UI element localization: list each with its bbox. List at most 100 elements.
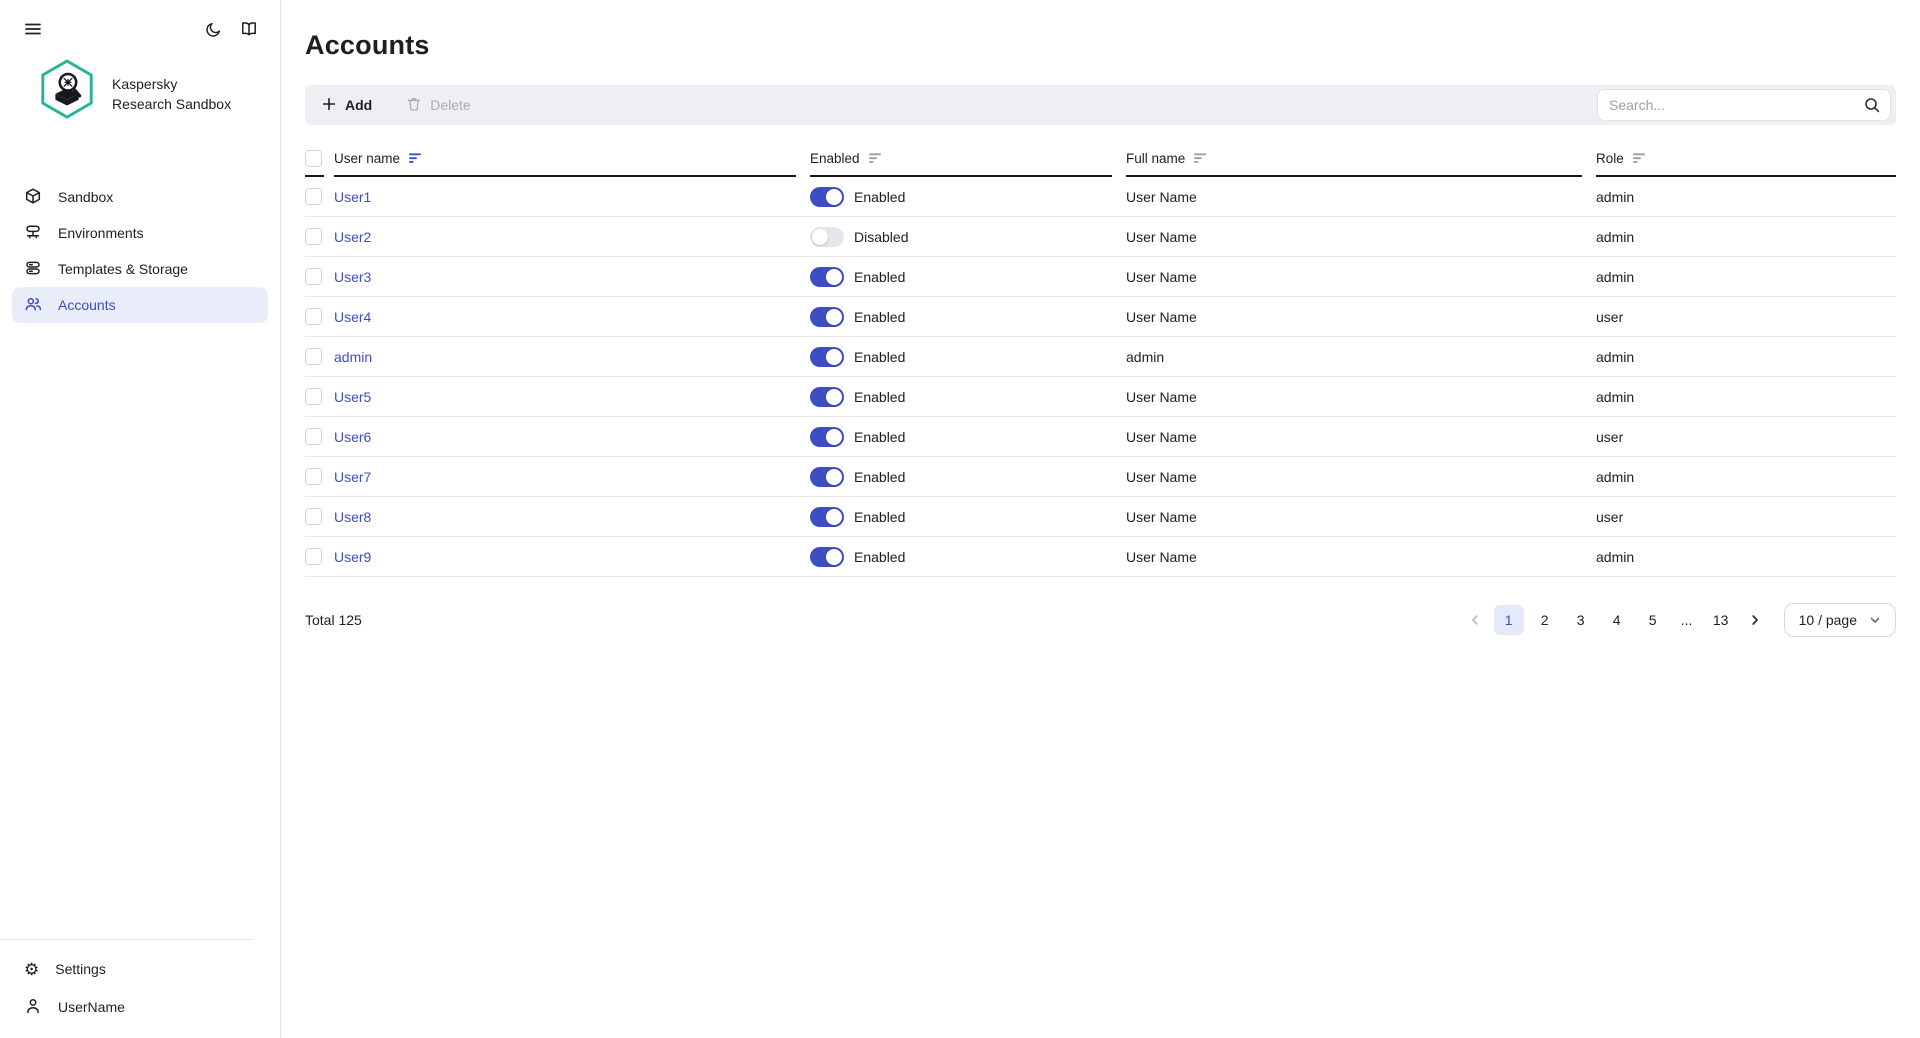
- enabled-toggle[interactable]: [810, 347, 844, 367]
- sort-icon[interactable]: [1193, 151, 1207, 165]
- user-name-link[interactable]: User1: [334, 189, 371, 205]
- row-checkbox[interactable]: [305, 308, 322, 325]
- row-checkbox[interactable]: [305, 348, 322, 365]
- sidebar-item-label: Accounts: [58, 297, 116, 313]
- page-size-select[interactable]: 10 / page: [1784, 603, 1896, 637]
- documentation-book-icon[interactable]: [240, 20, 258, 38]
- enabled-toggle[interactable]: [810, 307, 844, 327]
- pager: 1 2 3 4 5 ... 13 10 / page: [1462, 603, 1896, 637]
- search-input[interactable]: [1597, 89, 1891, 121]
- row-checkbox[interactable]: [305, 508, 322, 525]
- row-checkbox-cell: [305, 428, 334, 445]
- enabled-status-label: Enabled: [854, 509, 905, 525]
- full-name-cell: User Name: [1126, 389, 1596, 405]
- user-name-link[interactable]: User7: [334, 469, 371, 485]
- select-all-checkbox[interactable]: [305, 150, 322, 167]
- row-checkbox[interactable]: [305, 388, 322, 405]
- brand-line2: Research Sandbox: [112, 94, 231, 114]
- sidebar-top-bar: [0, 0, 280, 38]
- sidebar-item-templates-storage[interactable]: Templates & Storage: [12, 251, 268, 287]
- toggle-knob: [826, 189, 842, 205]
- sort-icon[interactable]: [868, 151, 882, 165]
- user-name-link[interactable]: admin: [334, 349, 372, 365]
- enabled-status-label: Enabled: [854, 549, 905, 565]
- person-icon: [24, 997, 42, 1018]
- user-name-link[interactable]: User2: [334, 229, 371, 245]
- user-name-link[interactable]: User8: [334, 509, 371, 525]
- page-button-2[interactable]: 2: [1530, 605, 1560, 635]
- table-row: User5 Enabled User Name admin: [305, 377, 1896, 417]
- enabled-toggle[interactable]: [810, 187, 844, 207]
- toggle-knob: [812, 229, 828, 245]
- row-checkbox-cell: [305, 348, 334, 365]
- user-name-cell: User3: [334, 269, 810, 285]
- user-name-link[interactable]: User9: [334, 549, 371, 565]
- sort-icon[interactable]: [408, 151, 422, 165]
- enabled-toggle[interactable]: [810, 427, 844, 447]
- previous-page-chevron-left-icon[interactable]: [1462, 613, 1488, 627]
- page-button-13[interactable]: 13: [1706, 605, 1736, 635]
- delete-button[interactable]: Delete: [406, 96, 470, 115]
- column-header-user-name[interactable]: User name: [334, 141, 796, 177]
- user-account-item[interactable]: UserName: [0, 988, 280, 1026]
- user-name-cell: admin: [334, 349, 810, 365]
- toggle-knob: [826, 509, 842, 525]
- enabled-toggle[interactable]: [810, 507, 844, 527]
- user-name-cell: User4: [334, 309, 810, 325]
- row-checkbox[interactable]: [305, 548, 322, 565]
- full-name-cell: User Name: [1126, 549, 1596, 565]
- column-header-enabled[interactable]: Enabled: [810, 141, 1112, 177]
- page-size-value: 10 / page: [1799, 612, 1857, 628]
- row-checkbox[interactable]: [305, 228, 322, 245]
- hamburger-menu-icon[interactable]: [24, 20, 42, 38]
- table-row: User9 Enabled User Name admin: [305, 537, 1896, 577]
- enabled-toggle[interactable]: [810, 227, 844, 247]
- enabled-cell: Enabled: [810, 507, 1126, 527]
- row-checkbox[interactable]: [305, 428, 322, 445]
- settings-item[interactable]: ⚙ Settings: [0, 950, 280, 988]
- table-row: User1 Enabled User Name admin: [305, 177, 1896, 217]
- enabled-toggle[interactable]: [810, 267, 844, 287]
- full-name-cell: User Name: [1126, 269, 1596, 285]
- enabled-cell: Enabled: [810, 187, 1126, 207]
- dark-mode-moon-icon[interactable]: [205, 21, 222, 38]
- next-page-chevron-right-icon[interactable]: [1742, 613, 1768, 627]
- enabled-cell: Enabled: [810, 427, 1126, 447]
- column-header-full-name[interactable]: Full name: [1126, 141, 1582, 177]
- table-row: User6 Enabled User Name user: [305, 417, 1896, 457]
- user-name-link[interactable]: User4: [334, 309, 371, 325]
- page-button-1[interactable]: 1: [1494, 605, 1524, 635]
- enabled-toggle[interactable]: [810, 547, 844, 567]
- role-cell: admin: [1596, 549, 1896, 565]
- table-row: admin Enabled admin admin: [305, 337, 1896, 377]
- role-cell: user: [1596, 509, 1896, 525]
- page-button-4[interactable]: 4: [1602, 605, 1632, 635]
- sidebar-item-accounts[interactable]: Accounts: [12, 287, 268, 323]
- sidebar-item-sandbox[interactable]: Sandbox: [12, 179, 268, 215]
- sort-icon[interactable]: [1632, 151, 1646, 165]
- row-checkbox[interactable]: [305, 468, 322, 485]
- row-checkbox[interactable]: [305, 268, 322, 285]
- add-button[interactable]: Add: [321, 96, 372, 115]
- sidebar-item-environments[interactable]: Environments: [12, 215, 268, 251]
- user-name-link[interactable]: User6: [334, 429, 371, 445]
- pagination-bar: Total 125 1 2 3 4 5 ... 13 10 / page: [305, 603, 1896, 637]
- table-row: User4 Enabled User Name user: [305, 297, 1896, 337]
- sidebar-item-label: Sandbox: [58, 189, 113, 205]
- enabled-cell: Disabled: [810, 227, 1126, 247]
- page-button-3[interactable]: 3: [1566, 605, 1596, 635]
- role-cell: admin: [1596, 229, 1896, 245]
- row-checkbox-cell: [305, 508, 334, 525]
- enabled-status-label: Disabled: [854, 229, 908, 245]
- enabled-toggle[interactable]: [810, 467, 844, 487]
- column-header-role[interactable]: Role: [1596, 141, 1896, 177]
- toggle-knob: [826, 389, 842, 405]
- page-button-5[interactable]: 5: [1638, 605, 1668, 635]
- toggle-knob: [826, 269, 842, 285]
- enabled-toggle[interactable]: [810, 387, 844, 407]
- full-name-cell: User Name: [1126, 469, 1596, 485]
- table-body: User1 Enabled User Name admin User2 Disa…: [305, 177, 1896, 577]
- user-name-link[interactable]: User5: [334, 389, 371, 405]
- user-name-link[interactable]: User3: [334, 269, 371, 285]
- row-checkbox[interactable]: [305, 188, 322, 205]
